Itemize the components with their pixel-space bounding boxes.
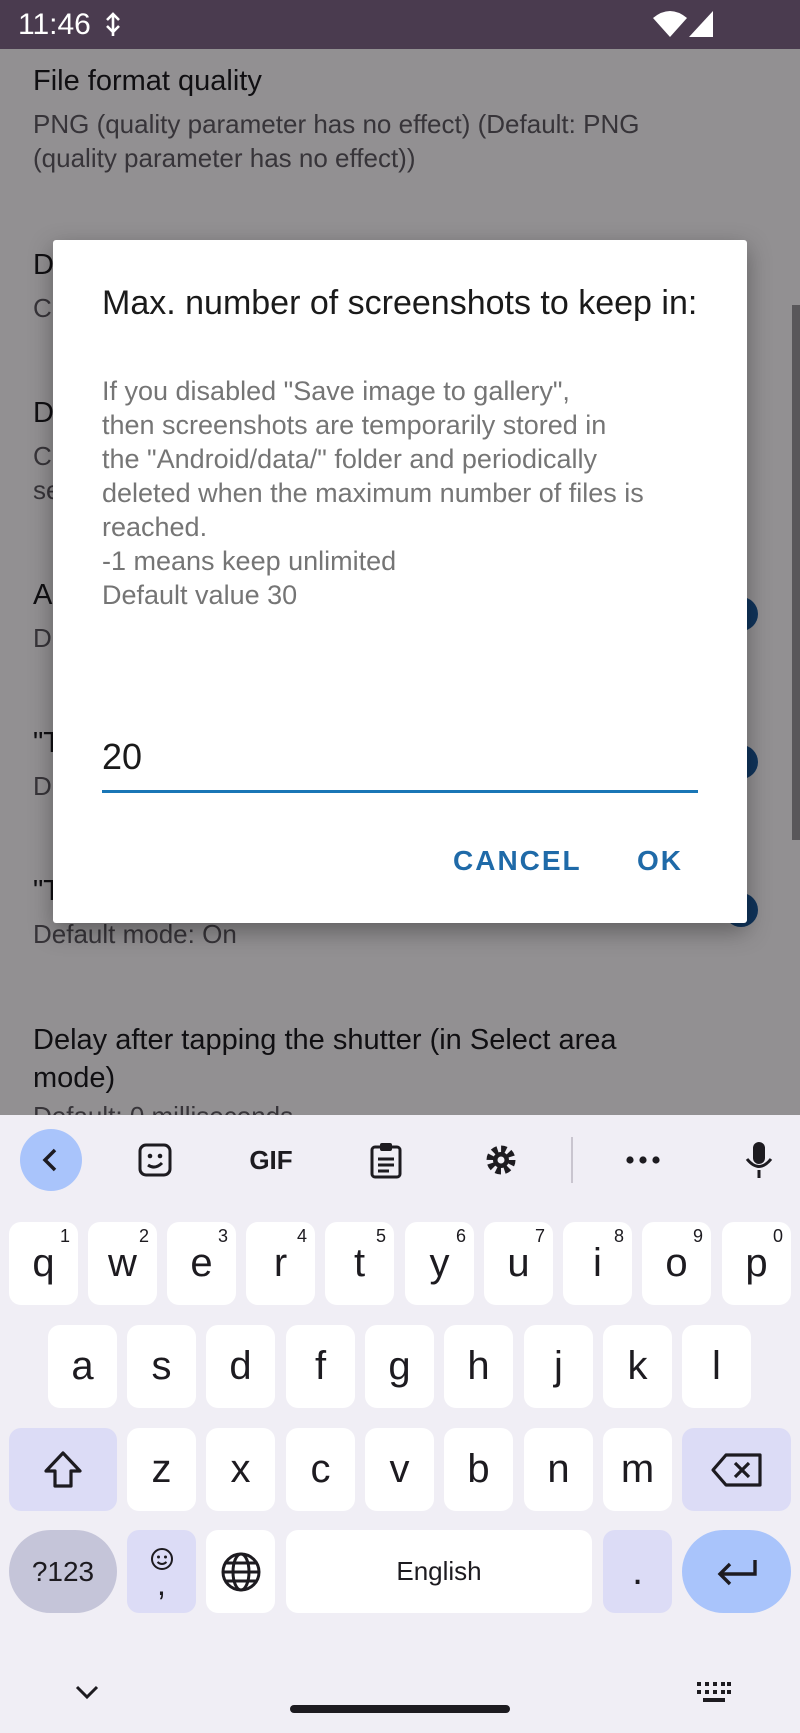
period-key[interactable]: . [603,1530,672,1613]
backspace-icon [710,1452,762,1487]
cell-signal-icon [689,11,713,37]
microphone-icon [745,1142,773,1178]
key-j[interactable]: j [524,1325,593,1408]
voice-input-button[interactable] [728,1129,790,1191]
sticker-icon [138,1143,172,1177]
key-v[interactable]: v [365,1428,434,1511]
gear-icon [486,1145,516,1175]
key-s[interactable]: s [127,1325,196,1408]
shift-key[interactable] [9,1428,117,1511]
key-c[interactable]: c [286,1428,355,1511]
toolbar-divider [571,1137,573,1183]
clipboard-icon [370,1143,402,1179]
emoji-comma-key[interactable]: , [127,1530,196,1613]
wifi-icon [653,11,687,37]
key-x[interactable]: x [206,1428,275,1511]
ok-button[interactable]: OK [637,845,683,877]
gesture-nav-handle[interactable] [290,1705,510,1713]
enter-key[interactable] [682,1530,791,1613]
max-screenshots-input[interactable] [102,737,696,777]
key-m[interactable]: m [603,1428,672,1511]
max-screenshots-dialog: Max. number of screenshots to keep in: I… [53,240,747,923]
settings-button[interactable] [470,1129,532,1191]
status-bar: 11:46 [0,0,800,49]
shift-icon [44,1450,82,1488]
key-w[interactable]: w2 [88,1222,157,1305]
key-e[interactable]: e3 [167,1222,236,1305]
enter-arrow-icon [717,1559,757,1585]
key-q[interactable]: q1 [9,1222,78,1305]
key-r[interactable]: r4 [246,1222,315,1305]
key-p[interactable]: p0 [722,1222,791,1305]
collapse-toolbar-button[interactable] [20,1129,82,1191]
key-b[interactable]: b [444,1428,513,1511]
key-f[interactable]: f [286,1325,355,1408]
globe-icon [221,1552,260,1591]
more-horizontal-icon [626,1156,660,1164]
gif-button[interactable]: GIF [236,1129,306,1191]
key-d[interactable]: d [206,1325,275,1408]
key-k[interactable]: k [603,1325,672,1408]
chevron-left-icon [42,1148,57,1172]
hide-keyboard-icon[interactable] [74,1683,100,1701]
key-h[interactable]: h [444,1325,513,1408]
language-key[interactable] [206,1530,275,1613]
dialog-title: Max. number of screenshots to keep in: [102,284,698,322]
cancel-button[interactable]: CANCEL [453,845,582,877]
soft-keyboard: GIF q1 w2 e3 r4 t5 y6 u7 i8 o9 p0 a s d … [0,1115,800,1733]
status-time: 11:46 [18,8,91,41]
key-z[interactable]: z [127,1428,196,1511]
key-o[interactable]: o9 [642,1222,711,1305]
key-a[interactable]: a [48,1325,117,1408]
key-y[interactable]: y6 [405,1222,474,1305]
space-key[interactable]: English [286,1530,592,1613]
clipboard-button[interactable] [355,1129,417,1191]
key-t[interactable]: t5 [325,1222,394,1305]
backspace-key[interactable] [682,1428,791,1511]
input-underline [102,790,698,793]
more-button[interactable] [612,1129,674,1191]
key-n[interactable]: n [524,1428,593,1511]
key-l[interactable]: l [682,1325,751,1408]
key-g[interactable]: g [365,1325,434,1408]
keyboard-switch-icon[interactable] [696,1680,732,1704]
symbols-key[interactable]: ?123 [9,1530,117,1613]
data-saver-icon [106,12,120,36]
comma-label: , [157,1565,166,1602]
key-u[interactable]: u7 [484,1222,553,1305]
sticker-button[interactable] [124,1129,186,1191]
dialog-message: If you disabled "Save image to gallery",… [102,376,644,610]
key-i[interactable]: i8 [563,1222,632,1305]
